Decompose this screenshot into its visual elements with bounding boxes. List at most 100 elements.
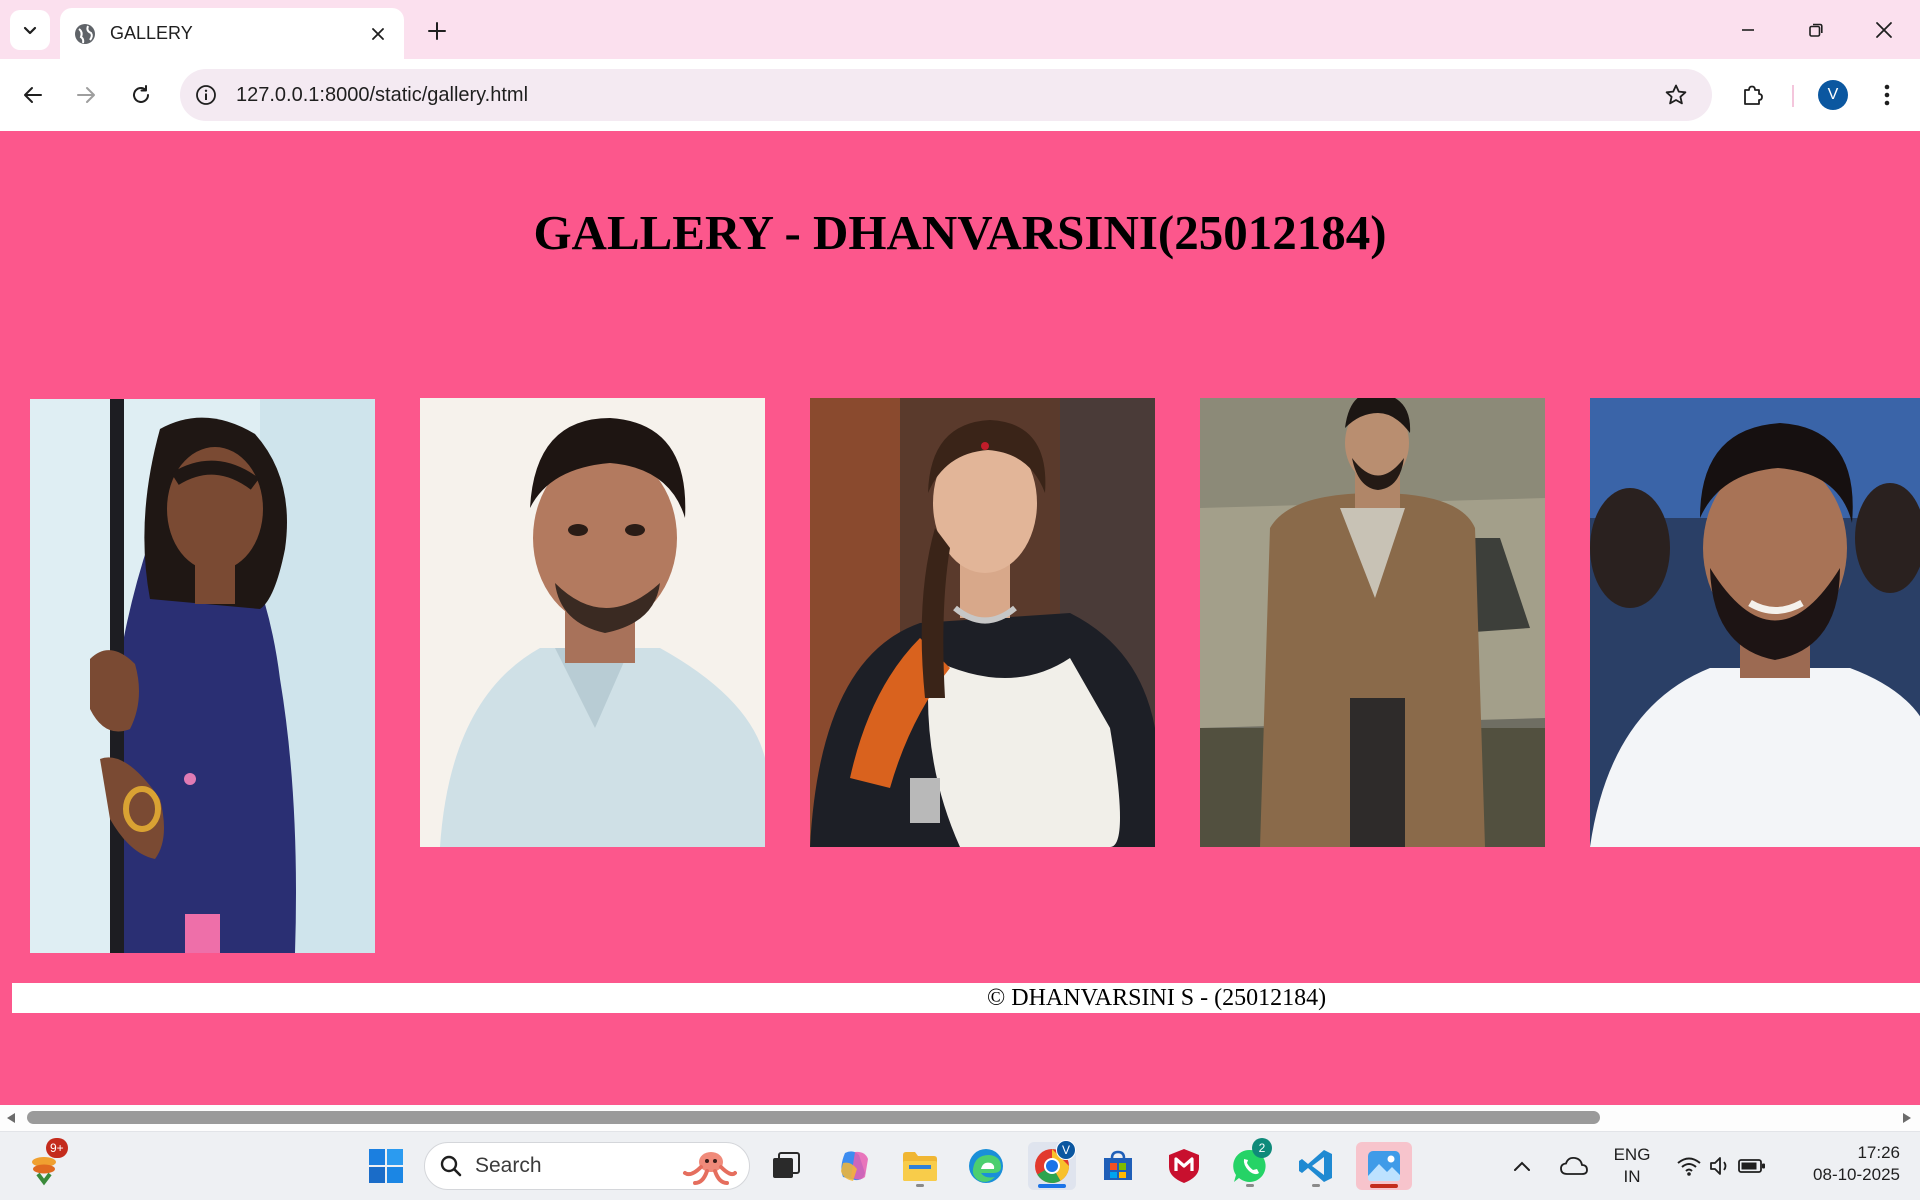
store-button[interactable] [1094,1142,1142,1190]
clock-date: 08-10-2025 [1813,1165,1900,1184]
scroll-left-arrow[interactable] [4,1111,18,1125]
folder-icon [903,1152,937,1181]
site-info-button[interactable] [184,73,228,117]
tab-title: GALLERY [110,23,193,43]
chevron-down-icon [23,26,37,35]
gallery-image-3 [810,398,1155,847]
chevron-up-icon [1514,1161,1530,1171]
back-button[interactable] [13,75,53,115]
gallery-image-1 [30,399,375,953]
chrome-button[interactable]: V [1028,1140,1076,1190]
photos-icon [1368,1151,1400,1181]
bookmark-button[interactable] [1654,73,1698,117]
cloud-icon [1560,1156,1588,1175]
battery-icon [1738,1159,1765,1173]
arrow-right-icon [77,87,95,103]
copilot-icon [841,1151,868,1181]
notification-badge: 9+ [46,1138,68,1158]
region-code: IN [1623,1167,1641,1186]
store-icon [1104,1150,1132,1180]
active-indicator [1038,1184,1066,1188]
arrow-left-icon [24,87,42,103]
horizontal-scrollbar[interactable] [0,1105,1920,1131]
clock-time: 17:26 [1857,1143,1900,1162]
photos-button[interactable] [1356,1142,1412,1190]
active-tab[interactable]: GALLERY [60,8,404,59]
running-indicator [1246,1184,1254,1187]
footer: © DHANVARSINI S - (25012184) [12,983,1920,1013]
portrait-man-coat-illustration [1200,398,1545,847]
edge-icon [969,1149,1003,1183]
tab-close-button[interactable] [366,22,390,46]
new-tab-button[interactable] [420,14,454,48]
active-indicator [1370,1184,1398,1188]
restore-icon [1809,23,1823,37]
portrait-girl-illustration [30,399,375,953]
gallery-image-4 [1200,398,1545,847]
search-placeholder: Search [475,1154,542,1177]
search-icon [440,1155,462,1177]
onedrive-button[interactable] [1552,1142,1596,1190]
widgets-button[interactable]: 9+ [22,1138,70,1190]
vscode-button[interactable] [1292,1142,1340,1190]
gallery-image-5 [1590,398,1920,847]
file-explorer-button[interactable] [896,1142,944,1190]
start-button[interactable] [362,1142,410,1190]
scrollbar-thumb[interactable] [27,1111,1600,1124]
unread-badge: 2 [1252,1138,1272,1158]
running-indicator [1312,1184,1320,1187]
profile-button[interactable]: V [1813,75,1853,115]
profile-badge: V [1056,1140,1076,1160]
minimize-button[interactable] [1724,10,1772,50]
more-vertical-icon [1884,84,1890,106]
reload-button[interactable] [121,75,161,115]
vscode-icon [1299,1150,1332,1182]
octopus-highlight-icon [683,1152,737,1185]
quick-settings-button[interactable] [1668,1142,1774,1190]
volume-icon [1710,1157,1727,1175]
restore-button[interactable] [1792,10,1840,50]
show-hidden-icons-button[interactable] [1502,1142,1542,1190]
mcafee-shield-icon [1169,1149,1199,1183]
portrait-man-shirt-illustration [420,398,765,847]
gallery-image-2 [420,398,765,847]
close-icon [1876,22,1892,38]
language-code: ENG [1613,1145,1651,1164]
clock[interactable]: 17:26 08-10-2025 [1790,1142,1910,1186]
triangle-left-icon [7,1113,15,1123]
forward-button[interactable] [66,75,106,115]
puzzle-icon [1744,85,1763,105]
info-icon [196,85,216,105]
browser-toolbar: 127.0.0.1:8000/static/gallery.html V [0,59,1920,131]
task-view-icon [773,1152,800,1178]
mcafee-button[interactable] [1160,1142,1208,1190]
portrait-man-white-shirt-illustration [1590,398,1920,847]
language-indicator[interactable]: ENG IN [1604,1144,1660,1188]
triangle-right-icon [1903,1113,1911,1123]
toolbar-divider [1792,85,1794,107]
copilot-button[interactable] [830,1142,878,1190]
page-viewport: GALLERY - DHANVARSINI(25012184) © DHANVA… [0,131,1920,1105]
close-window-button[interactable] [1860,10,1908,50]
menu-button[interactable] [1867,75,1907,115]
close-icon [372,27,384,40]
task-view-button[interactable] [762,1142,810,1190]
portrait-woman-saree-illustration [810,398,1155,847]
wifi-icon [1677,1157,1701,1176]
url-text[interactable]: 127.0.0.1:8000/static/gallery.html [236,84,1654,107]
taskbar: 9+ Search V 2 ENG IN 17:26 08-10-2025 [0,1131,1920,1200]
avatar: V [1818,80,1848,110]
taskbar-search[interactable]: Search [424,1142,750,1190]
whatsapp-button[interactable]: 2 [1226,1138,1274,1190]
scroll-right-arrow[interactable] [1900,1111,1914,1125]
edge-button[interactable] [962,1142,1010,1190]
page-title: GALLERY - DHANVARSINI(25012184) [533,205,1387,260]
windows-icon [369,1149,403,1183]
address-bar[interactable]: 127.0.0.1:8000/static/gallery.html [180,69,1712,121]
globe-icon [75,23,95,44]
plus-icon [428,22,446,40]
footer-text: © DHANVARSINI S - (25012184) [987,985,1327,1011]
running-indicator [916,1184,924,1187]
tab-search-button[interactable] [10,10,50,50]
extensions-button[interactable] [1733,75,1773,115]
